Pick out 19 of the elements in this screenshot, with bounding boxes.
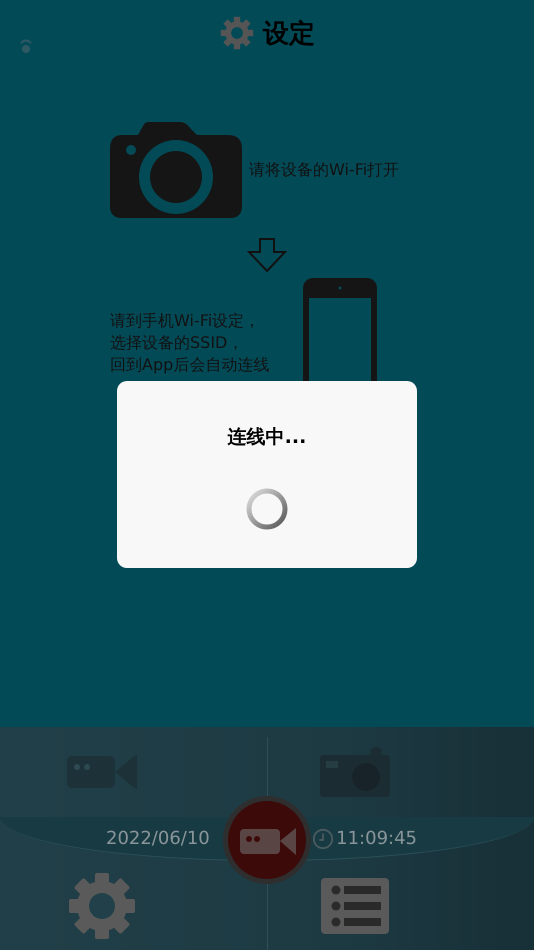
date-text: 2022/06/10 xyxy=(106,828,210,849)
record-button[interactable] xyxy=(222,795,312,885)
instruction-text: 请到手机Wi-Fi设定， xyxy=(110,310,260,332)
video-camera-icon[interactable] xyxy=(67,754,137,790)
clock-icon xyxy=(312,828,334,850)
camera-icon[interactable] xyxy=(320,747,390,797)
settings-icon[interactable] xyxy=(67,870,137,940)
page-title: 设定 xyxy=(263,18,315,50)
settings-icon xyxy=(219,15,255,51)
loading-spinner-icon xyxy=(245,487,289,531)
down-arrow-icon xyxy=(247,238,287,272)
camera-icon xyxy=(110,122,242,218)
instruction-text: 请将设备的Wi-Fi打开 xyxy=(249,159,400,181)
instruction-text: 回到App后会自动连线 xyxy=(110,354,270,376)
list-icon[interactable] xyxy=(320,878,388,934)
dialog-message: 连线中... xyxy=(228,425,306,450)
time-text: 11:09:45 xyxy=(336,828,417,849)
instruction-text: 选择设备的SSID， xyxy=(110,332,244,354)
wifi-icon xyxy=(20,38,32,54)
